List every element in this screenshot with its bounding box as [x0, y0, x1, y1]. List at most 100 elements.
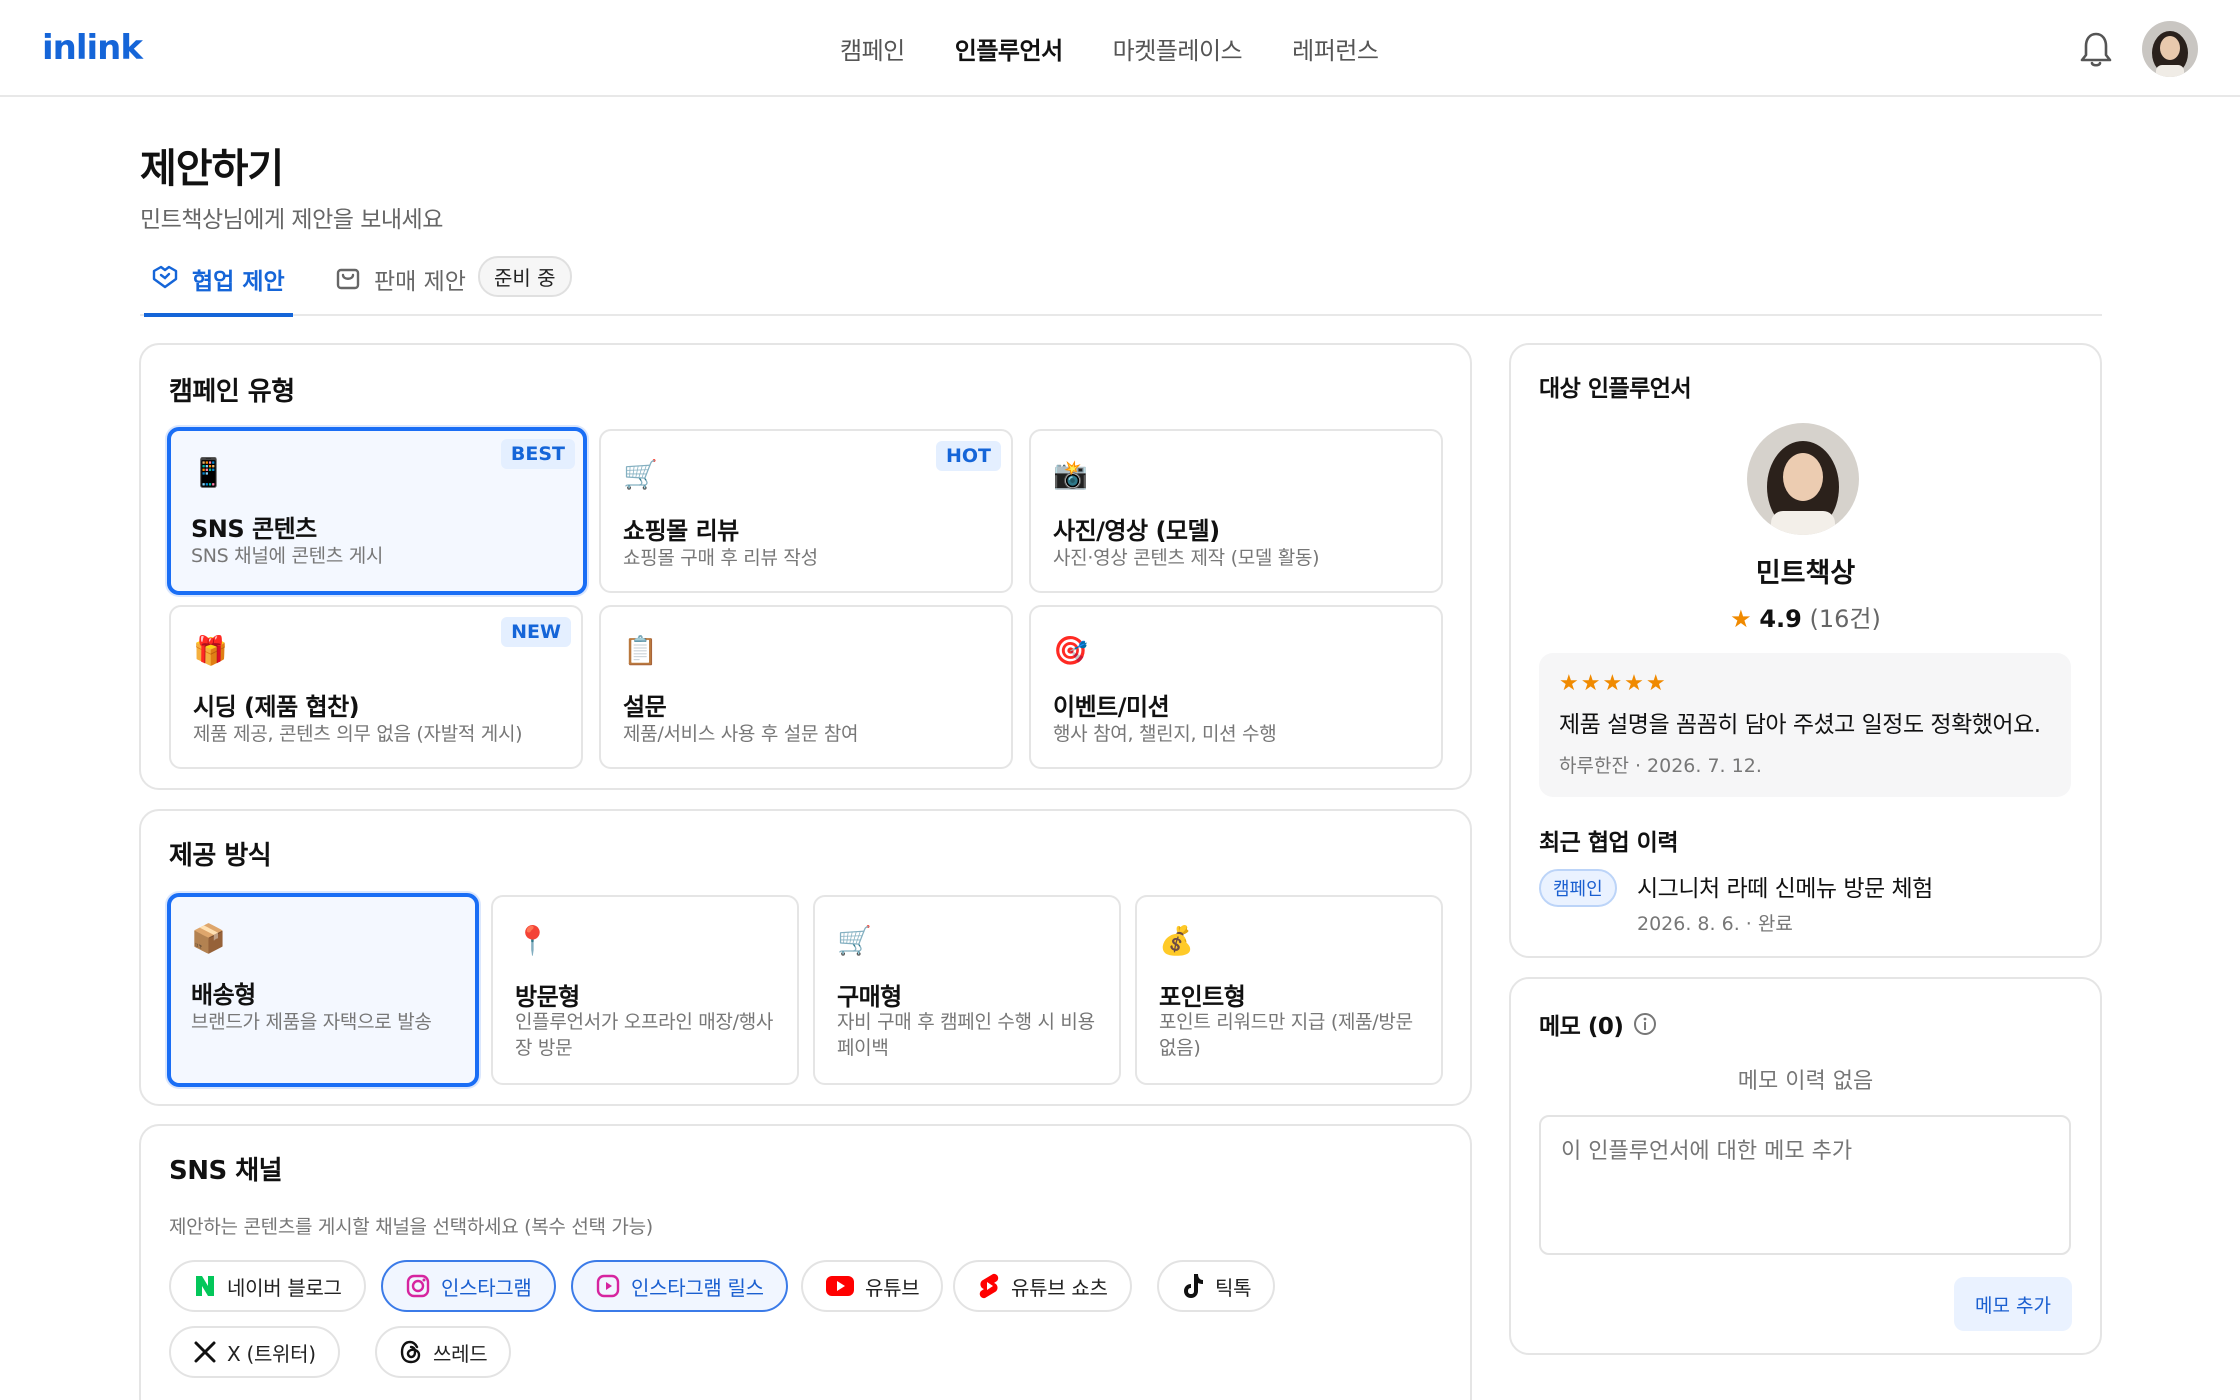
review-text: 제품 설명을 꼼꼼히 담아 주셨고 일정도 정확했어요.	[1559, 712, 2041, 738]
tab-sales[interactable]: 판매 제안 준비 중	[334, 256, 572, 316]
channel-label: 틱톡	[1215, 1275, 1252, 1300]
history-meta: 2026. 8. 6. · 완료	[1637, 913, 1793, 935]
sns-channel-title: SNS 채널	[169, 1156, 283, 1186]
rating-value: 4.9	[1759, 605, 1802, 633]
option-title: 구매형	[837, 983, 902, 1011]
naver-blog-icon	[196, 1276, 214, 1296]
clipboard-icon: 📋	[623, 634, 658, 667]
sns-channel-panel: SNS 채널 제안하는 콘텐츠를 게시할 채널을 선택하세요 (복수 선택 가능…	[139, 1124, 1472, 1400]
target-icon: 🎯	[1053, 634, 1088, 667]
top-navigation-bar: inlink 캠페인 인플루언서 마켓플레이스 레퍼런스	[0, 0, 2240, 97]
x-icon	[194, 1341, 216, 1363]
option-title: 방문형	[515, 983, 580, 1011]
channel-label: 인스타그램 릴스	[631, 1275, 764, 1300]
bell-icon[interactable]	[2078, 30, 2114, 70]
memo-panel: 메모 (0) 메모 이력 없음 메모 추가	[1509, 977, 2102, 1355]
channel-tiktok[interactable]: 틱톡	[1157, 1260, 1276, 1312]
review-count: (16건)	[1809, 605, 1881, 633]
tiktok-icon	[1184, 1274, 1203, 1298]
channel-threads[interactable]: 쓰레드	[375, 1326, 512, 1378]
channel-label: 쓰레드	[433, 1341, 488, 1366]
target-influencer-title: 대상 인플루언서	[1539, 376, 1692, 402]
option-title: 사진/영상 (모델)	[1053, 517, 1220, 545]
memo-title: 메모 (0)	[1539, 1014, 1624, 1040]
location-pin-icon: 📍	[515, 924, 550, 957]
review-meta: 하루한잔 · 2026. 7. 12.	[1559, 755, 1762, 777]
youtube-shorts-icon	[979, 1273, 999, 1299]
best-tag: BEST	[500, 439, 575, 469]
delivery-option-visit[interactable]: 📍 방문형 인플루언서가 오프라인 매장/행사장 방문	[491, 895, 799, 1085]
user-avatar[interactable]	[2142, 21, 2198, 77]
campaign-option-event[interactable]: 🎯 이벤트/미션 행사 참여, 챌린지, 미션 수행	[1029, 605, 1443, 769]
channel-label: 유튜브	[865, 1275, 920, 1300]
option-title: 설문	[623, 693, 667, 721]
nav-item-campaign[interactable]: 캠페인	[840, 31, 905, 66]
coming-soon-badge: 준비 중	[477, 256, 572, 297]
package-icon: 📦	[191, 922, 226, 955]
option-desc: 포인트 리워드만 지급 (제품/방문 없음)	[1159, 1011, 1413, 1059]
delivery-option-purchase[interactable]: 🛒 구매형 자비 구매 후 캠페인 수행 시 비용 페이백	[813, 895, 1121, 1085]
history-type-badge: 캠페인	[1539, 869, 1617, 907]
influencer-rating: ★ 4.9 (16건)	[1511, 599, 2100, 634]
option-title: SNS 콘텐츠	[191, 515, 317, 543]
nav-item-marketplace[interactable]: 마켓플레이스	[1113, 31, 1243, 66]
history-title[interactable]: 시그니처 라떼 신메뉴 방문 체험	[1637, 869, 1933, 903]
threads-icon	[400, 1340, 421, 1364]
mobile-phone-icon: 📱	[191, 456, 226, 489]
channel-youtube-shorts[interactable]: 유튜브 쇼츠	[953, 1260, 1132, 1312]
instagram-reels-icon	[596, 1274, 620, 1298]
tab-collaboration-label: 협업 제안	[192, 269, 285, 295]
review-stars: ★★★★★	[1559, 671, 1668, 696]
influencer-name: 민트책상	[1755, 558, 1856, 589]
option-desc: 브랜드가 제품을 자택으로 발송	[191, 1011, 432, 1033]
option-title: 포인트형	[1159, 983, 1246, 1011]
campaign-option-shopping-review[interactable]: 🛒 HOT 쇼핑몰 리뷰 쇼핑몰 구매 후 리뷰 작성	[599, 429, 1013, 593]
shopping-bag-icon	[336, 268, 360, 290]
memo-empty-state: 메모 이력 없음	[1737, 1069, 1874, 1094]
delivery-option-shipping[interactable]: 📦 배송형 브랜드가 제품을 자택으로 발송	[167, 893, 479, 1087]
gift-icon: 🎁	[193, 634, 228, 667]
tab-collaboration[interactable]: 협업 제안	[144, 256, 293, 317]
camera-flash-icon: 📸	[1053, 458, 1088, 491]
delivery-option-point[interactable]: 💰 포인트형 포인트 리워드만 지급 (제품/방문 없음)	[1135, 895, 1443, 1085]
info-icon[interactable]	[1633, 1012, 1657, 1036]
channel-label: X (트위터)	[227, 1341, 316, 1366]
channel-naver-blog[interactable]: 네이버 블로그	[169, 1260, 366, 1312]
campaign-option-seeding[interactable]: 🎁 NEW 시딩 (제품 협찬) 제품 제공, 콘텐츠 의무 없음 (자발적 게…	[169, 605, 583, 769]
tab-sales-label: 판매 제안	[374, 269, 466, 295]
channel-instagram-reels[interactable]: 인스타그램 릴스	[571, 1260, 788, 1312]
delivery-method-panel: 제공 방식 📦 배송형 브랜드가 제품을 자택으로 발송 📍 방문형 인플루언서…	[139, 809, 1472, 1106]
nav-item-reference[interactable]: 레퍼런스	[1292, 31, 1379, 66]
youtube-icon	[826, 1276, 854, 1296]
proposal-tabs: 협업 제안 판매 제안 준비 중	[140, 256, 2102, 317]
campaign-option-survey[interactable]: 📋 설문 제품/서비스 사용 후 설문 참여	[599, 605, 1013, 769]
option-desc: 사진·영상 콘텐츠 제작 (모델 활동)	[1053, 547, 1320, 569]
option-title: 쇼핑몰 리뷰	[623, 517, 739, 545]
channel-instagram[interactable]: 인스타그램	[381, 1260, 556, 1312]
channel-x-twitter[interactable]: X (트위터)	[169, 1326, 340, 1378]
main-nav: 캠페인 인플루언서 마켓플레이스 레퍼런스	[840, 31, 1379, 66]
option-title: 시딩 (제품 협찬)	[193, 693, 360, 721]
target-influencer-panel: 대상 인플루언서 민트책상 ★ 4.9 (16건) ★★★★★ 제품 설명을 꼼…	[1509, 343, 2102, 958]
channel-youtube[interactable]: 유튜브	[801, 1260, 944, 1312]
money-bag-icon: 💰	[1159, 924, 1194, 957]
shopping-cart-icon: 🛒	[623, 458, 658, 491]
option-title: 배송형	[191, 981, 256, 1009]
campaign-option-photo-video[interactable]: 📸 사진/영상 (모델) 사진·영상 콘텐츠 제작 (모델 활동)	[1029, 429, 1443, 593]
page-title: 제안하기	[140, 146, 284, 192]
memo-title-row: 메모 (0)	[1539, 1007, 1657, 1041]
memo-input[interactable]	[1539, 1115, 2071, 1255]
option-desc: 제품 제공, 콘텐츠 의무 없음 (자발적 게시)	[193, 723, 523, 745]
nav-item-influencer[interactable]: 인플루언서	[955, 31, 1063, 66]
inlink-logo[interactable]: inlink	[42, 28, 143, 68]
campaign-type-title: 캠페인 유형	[169, 377, 295, 407]
channel-label: 인스타그램	[441, 1275, 532, 1300]
instagram-icon	[406, 1274, 430, 1298]
handshake-icon	[152, 265, 178, 289]
option-desc: 자비 구매 후 캠페인 수행 시 비용 페이백	[837, 1011, 1095, 1059]
option-title: 이벤트/미션	[1053, 693, 1170, 721]
campaign-option-sns[interactable]: 📱 BEST SNS 콘텐츠 SNS 채널에 콘텐츠 게시	[167, 427, 587, 595]
add-memo-button[interactable]: 메모 추가	[1954, 1277, 2072, 1331]
option-desc: 제품/서비스 사용 후 설문 참여	[623, 723, 859, 745]
recent-history-title: 최근 협업 이력	[1539, 830, 1678, 856]
